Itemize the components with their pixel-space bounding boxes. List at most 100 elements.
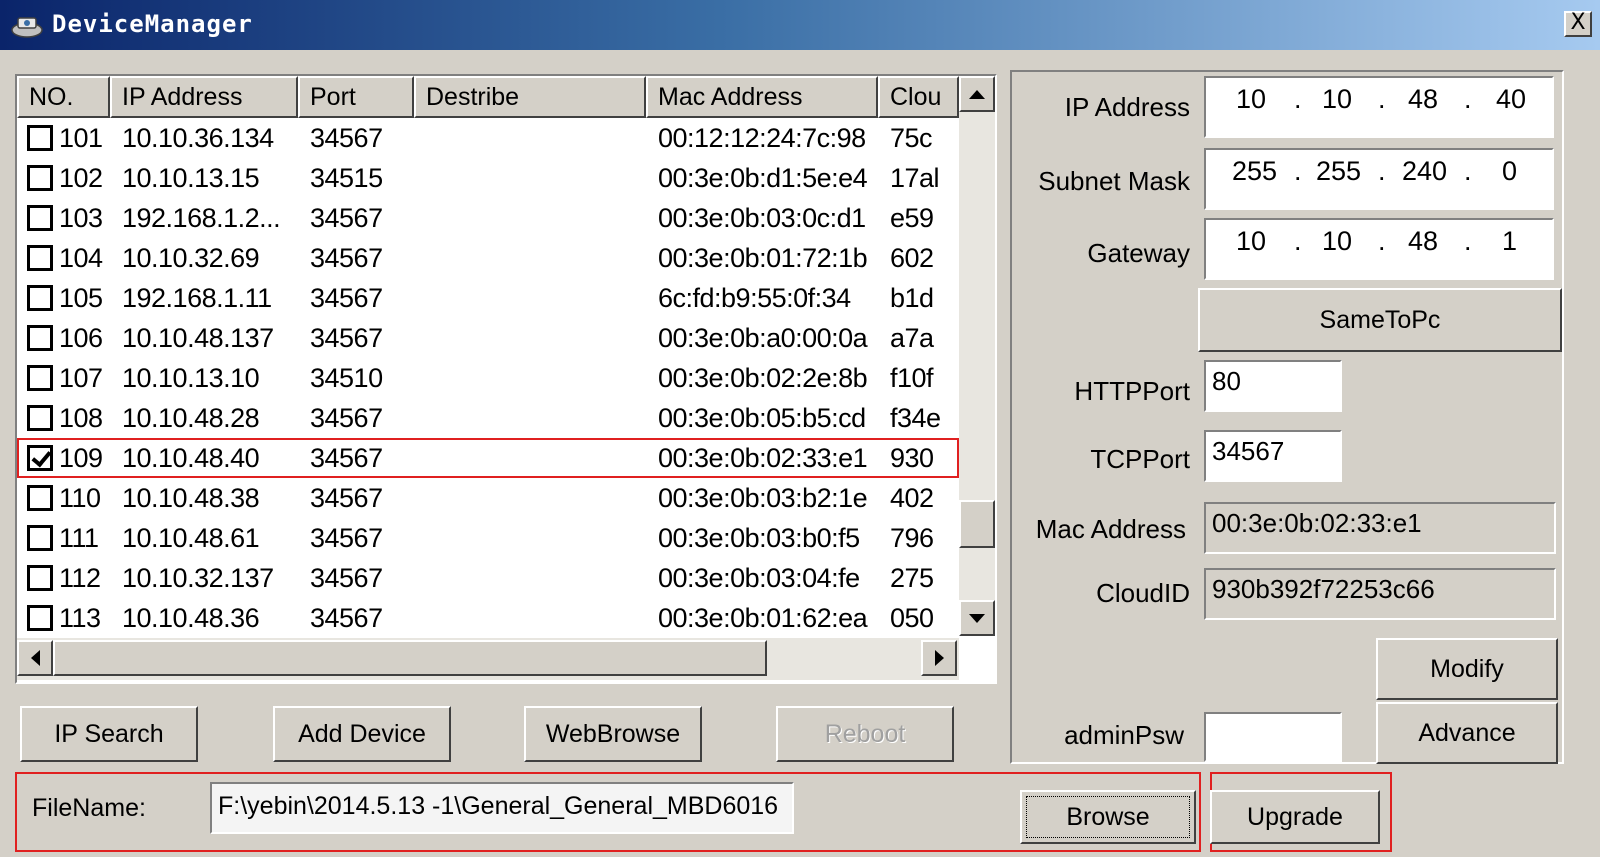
mask-octet-3[interactable]: 240 — [1402, 156, 1447, 187]
browse-button[interactable]: Browse — [1020, 790, 1196, 844]
row-mac: 00:3e:0b:02:2e:8b — [658, 363, 868, 393]
scroll-right-button[interactable] — [921, 640, 957, 676]
add-device-button[interactable]: Add Device — [273, 706, 451, 762]
row-checkbox[interactable] — [27, 325, 53, 351]
upgrade-button[interactable]: Upgrade — [1210, 790, 1380, 844]
ip-dot: . — [1378, 84, 1386, 114]
http-port-input[interactable]: 80 — [1204, 360, 1342, 412]
row-checkbox[interactable] — [27, 365, 53, 391]
column-header-port[interactable]: Port — [298, 76, 414, 118]
table-row[interactable]: 106 10.10.48.137 34567 00:3e:0b:a0:00:0a a7a — [17, 318, 959, 358]
row-mac: 00:3e:0b:03:04:fe — [658, 563, 860, 593]
horizontal-scroll-thumb[interactable] — [53, 640, 767, 676]
admin-password-input[interactable] — [1204, 712, 1342, 762]
vertical-scroll-thumb[interactable] — [959, 500, 995, 548]
table-row[interactable]: 108 10.10.48.28 34567 00:3e:0b:05:b5:cd f34e — [17, 398, 959, 438]
advance-button[interactable]: Advance — [1376, 702, 1558, 764]
ip-search-button[interactable]: IP Search — [20, 706, 198, 762]
column-header-cloud[interactable]: Clou — [878, 76, 959, 118]
ip-octet-4[interactable]: 40 — [1496, 84, 1526, 115]
ip-octet-3[interactable]: 48 — [1408, 84, 1438, 115]
window-title: DeviceManager — [52, 10, 253, 38]
subnet-mask-input[interactable]: 255 . 255 . 240 . 0 — [1204, 148, 1554, 210]
device-list[interactable]: NO. IP Address Port Destribe Mac Address… — [15, 74, 997, 684]
column-header-mac[interactable]: Mac Address — [646, 76, 878, 118]
gateway-octet-4[interactable]: 1 — [1502, 226, 1517, 257]
row-mac: 00:3e:0b:01:72:1b — [658, 243, 868, 273]
table-row[interactable]: 111 10.10.48.61 34567 00:3e:0b:03:b0:f5 796 — [17, 518, 959, 558]
scroll-up-button[interactable] — [959, 76, 995, 112]
row-describe — [414, 478, 646, 518]
table-row[interactable]: 113 10.10.48.36 34567 00:3e:0b:01:62:ea 050 — [17, 598, 959, 638]
table-row[interactable]: 104 10.10.32.69 34567 00:3e:0b:01:72:1b 602 — [17, 238, 959, 278]
table-row[interactable]: 105 192.168.1.11 34567 6c:fd:b9:55:0f:34 b1d — [17, 278, 959, 318]
ip-address-input[interactable]: 10 . 10 . 48 . 40 — [1204, 76, 1554, 138]
table-row[interactable]: 102 10.10.13.15 34515 00:3e:0b:d1:5e:e4 17al — [17, 158, 959, 198]
row-no-cell: 108 — [17, 398, 110, 438]
row-describe — [414, 558, 646, 598]
row-checkbox[interactable] — [27, 525, 53, 551]
table-row[interactable]: 109 10.10.48.40 34567 00:3e:0b:02:33:e1 930 — [17, 438, 959, 478]
gateway-octet-3[interactable]: 48 — [1408, 226, 1438, 257]
column-header-no[interactable]: NO. — [17, 76, 110, 118]
vertical-scrollbar[interactable] — [959, 76, 995, 636]
column-header-describe[interactable]: Destribe — [414, 76, 646, 118]
row-checkbox[interactable] — [27, 205, 53, 231]
row-number: 106 — [59, 323, 103, 353]
mask-octet-1[interactable]: 255 — [1232, 156, 1277, 187]
gateway-octet-1[interactable]: 10 — [1236, 226, 1266, 257]
mask-octet-2[interactable]: 255 — [1316, 156, 1361, 187]
web-browse-button[interactable]: WebBrowse — [524, 706, 702, 762]
ip-octet-1[interactable]: 10 — [1236, 84, 1266, 115]
gateway-octet-2[interactable]: 10 — [1322, 226, 1352, 257]
row-checkbox[interactable] — [27, 285, 53, 311]
gateway-input[interactable]: 10 . 10 . 48 . 1 — [1204, 218, 1554, 280]
mac-address-field: 00:3e:0b:02:33:e1 — [1204, 502, 1556, 554]
row-describe — [414, 358, 646, 398]
table-row[interactable]: 101 10.10.36.134 34567 00:12:12:24:7c:98 75c — [17, 118, 959, 158]
gateway-dot: . — [1464, 226, 1472, 256]
row-checkbox[interactable] — [27, 485, 53, 511]
row-checkbox[interactable] — [27, 165, 53, 191]
table-row[interactable]: 103 192.168.1.2... 34567 00:3e:0b:03:0c:d1 e… — [17, 198, 959, 238]
row-checkbox[interactable] — [27, 565, 53, 591]
table-row[interactable]: 107 10.10.13.10 34510 00:3e:0b:02:2e:8b f10f — [17, 358, 959, 398]
row-port: 34567 — [310, 203, 383, 233]
row-no-cell: 106 — [17, 318, 110, 358]
cloud-id-label: CloudID — [1096, 578, 1190, 608]
row-checkbox[interactable] — [27, 125, 53, 151]
row-ip: 10.10.32.69 — [122, 243, 260, 273]
row-no-cell: 105 — [17, 278, 110, 318]
row-port: 34567 — [310, 443, 383, 473]
row-port: 34515 — [310, 163, 383, 193]
row-ip: 192.168.1.11 — [122, 283, 272, 313]
row-checkbox[interactable] — [27, 405, 53, 431]
row-no-cell: 104 — [17, 238, 110, 278]
tcp-port-input[interactable]: 34567 — [1204, 430, 1342, 482]
file-path-input[interactable]: F:\yebin\2014.5.13 -1\General_General_MB… — [210, 782, 794, 834]
row-describe — [414, 158, 646, 198]
row-checkbox[interactable] — [27, 245, 53, 271]
row-ip: 10.10.13.15 — [122, 163, 260, 193]
close-button[interactable]: X — [1564, 11, 1592, 37]
scroll-down-button[interactable] — [959, 600, 995, 636]
row-describe — [414, 518, 646, 558]
horizontal-scrollbar[interactable] — [17, 638, 959, 680]
row-ip: 10.10.48.36 — [122, 603, 260, 633]
row-checkbox[interactable] — [27, 445, 53, 471]
same-to-pc-button[interactable]: SameToPc — [1198, 288, 1562, 352]
ip-octet-2[interactable]: 10 — [1322, 84, 1352, 115]
row-cloud-id: 930 — [890, 443, 934, 473]
modify-button[interactable]: Modify — [1376, 638, 1558, 700]
row-cloud-id: e59 — [890, 203, 934, 233]
scroll-left-button[interactable] — [17, 640, 53, 676]
table-row[interactable]: 112 10.10.32.137 34567 00:3e:0b:03:04:fe 275 — [17, 558, 959, 598]
reboot-button[interactable]: Reboot — [776, 706, 954, 762]
mask-octet-4[interactable]: 0 — [1502, 156, 1517, 187]
column-header-ip[interactable]: IP Address — [110, 76, 298, 118]
row-describe — [414, 598, 646, 638]
row-checkbox[interactable] — [27, 605, 53, 631]
row-no-cell: 103 — [17, 198, 110, 238]
table-row[interactable]: 110 10.10.48.38 34567 00:3e:0b:03:b2:1e 402 — [17, 478, 959, 518]
mask-dot: . — [1464, 156, 1472, 186]
